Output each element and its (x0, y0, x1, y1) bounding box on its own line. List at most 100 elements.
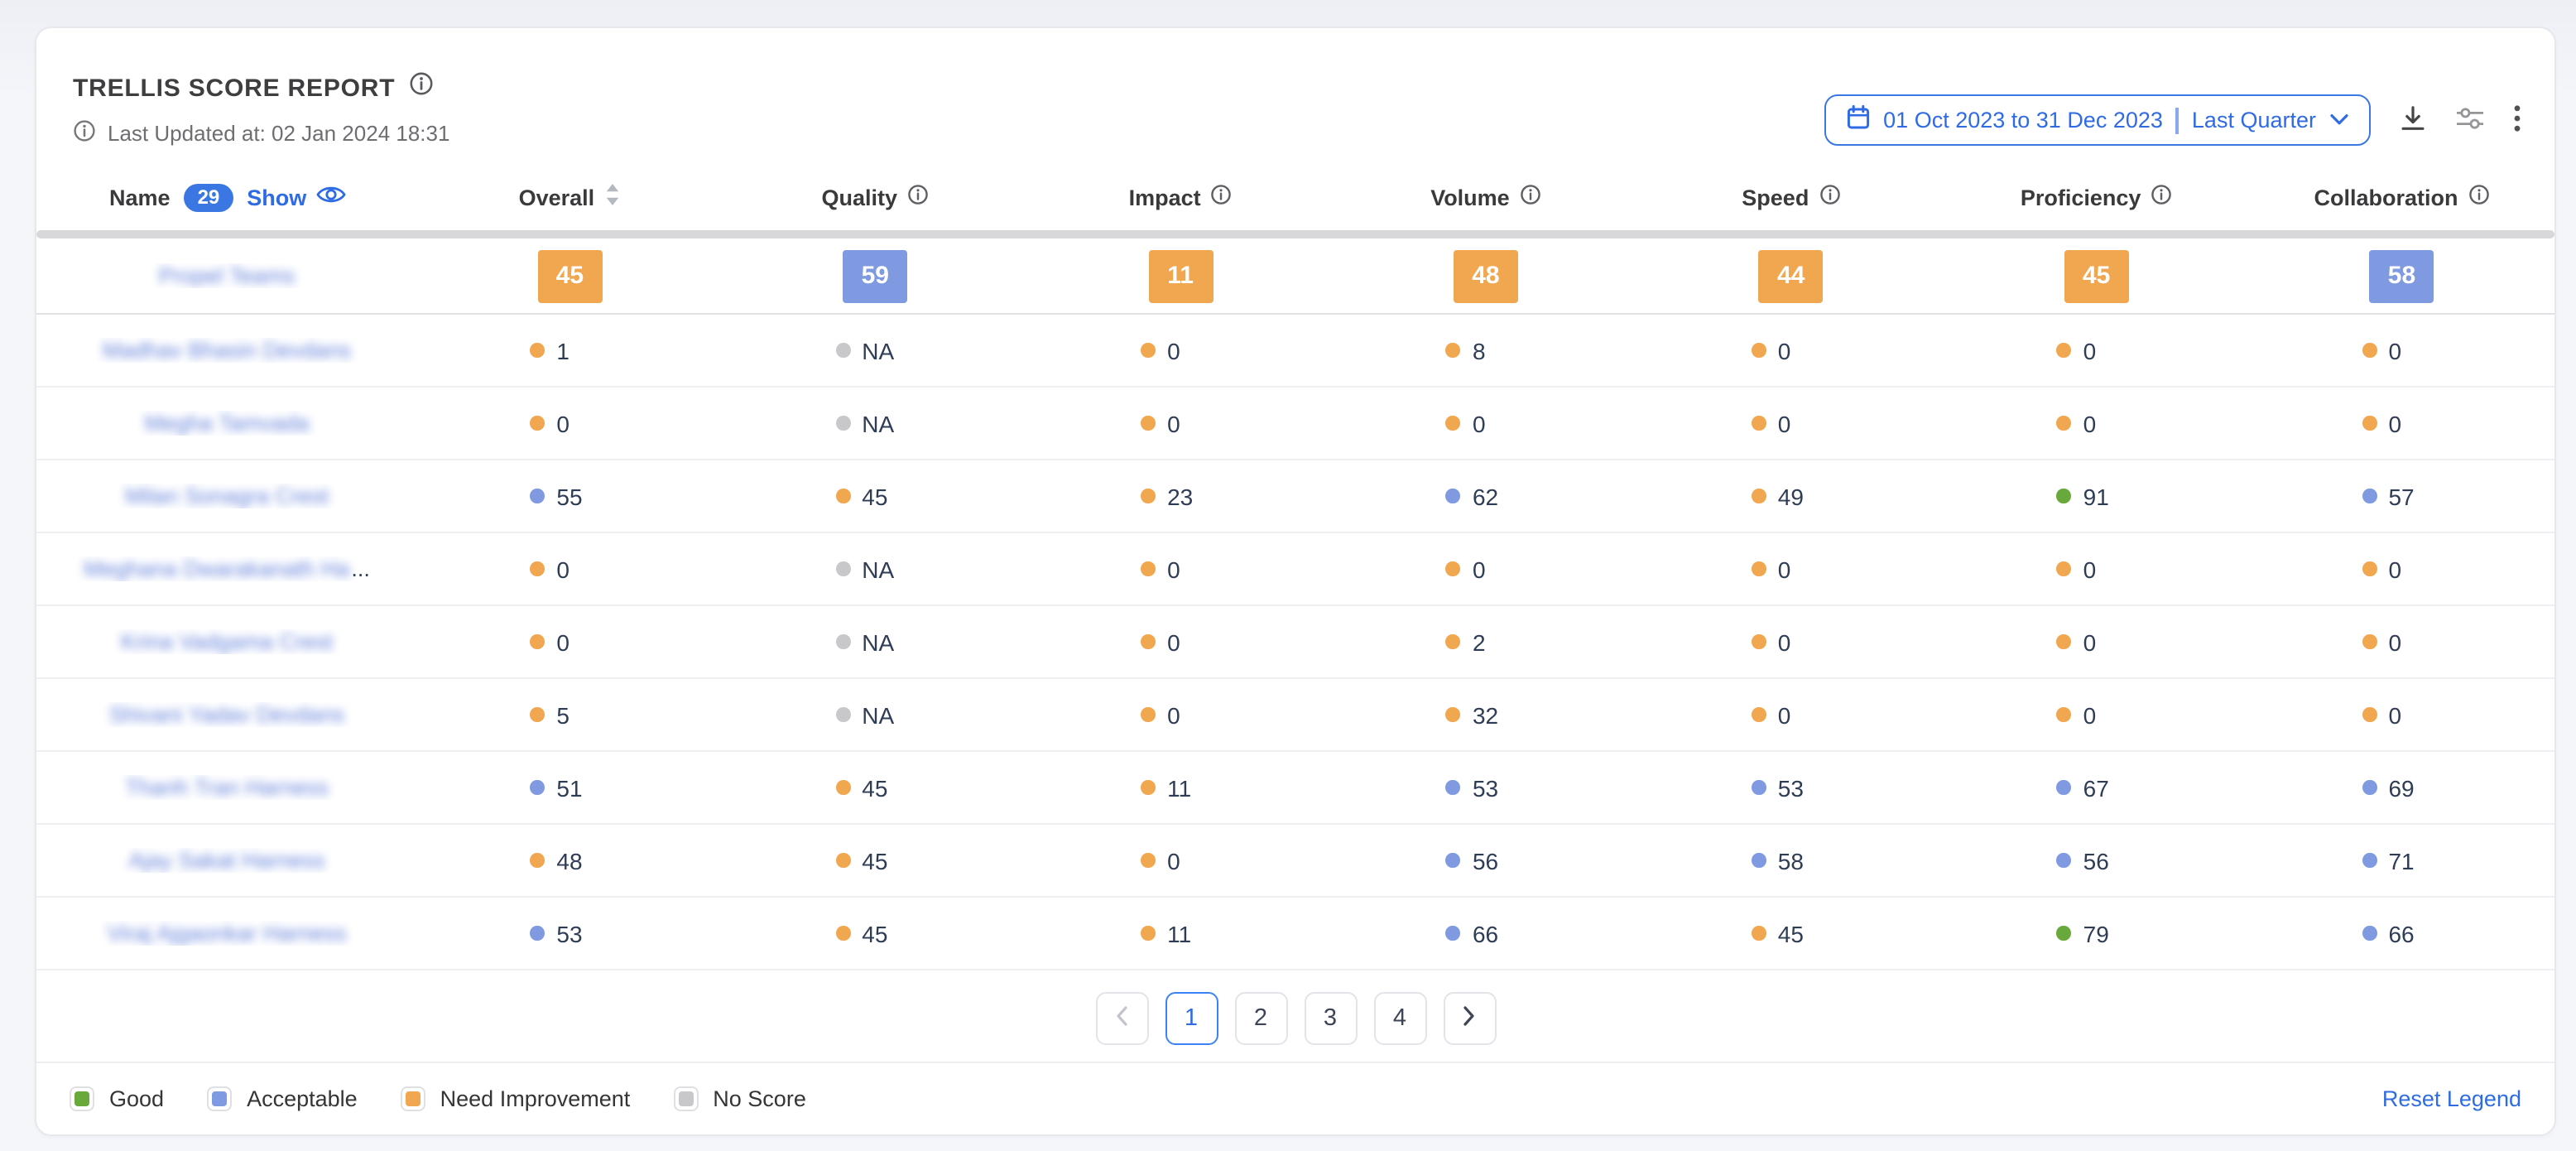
pagination-next-button[interactable] (1443, 992, 1496, 1045)
score-value: 0 (1778, 410, 1791, 436)
status-dot (835, 416, 850, 431)
score-cell-collaboration: 0 (2249, 628, 2554, 655)
status-dot (1141, 343, 1156, 359)
info-icon[interactable] (2468, 184, 2489, 210)
member-name-link[interactable]: Megha Tamvada (144, 411, 309, 436)
legend-label: Good (109, 1086, 164, 1111)
legend-item-need_improvement[interactable]: Need Improvement (401, 1086, 631, 1111)
column-header-quality[interactable]: Quality (723, 184, 1028, 210)
pagination-page-3[interactable]: 3 (1304, 992, 1357, 1045)
legend-item-no_score[interactable]: No Score (673, 1086, 806, 1111)
status-dot (1752, 853, 1766, 869)
score-value: 67 (2083, 774, 2109, 801)
score-cell-quality: NA (723, 701, 1028, 728)
score-value: 0 (1778, 628, 1791, 655)
score-value: 11 (1167, 920, 1191, 946)
member-name-link[interactable]: Thanh Tran Harness (125, 775, 329, 800)
trellis-score-report-card: TRELLIS SCORE REPORT Last Updated at: 02… (35, 26, 2556, 1136)
member-name-link[interactable]: Ajay Sakat Harness (128, 848, 324, 873)
status-dot (1752, 634, 1766, 650)
info-icon[interactable] (1520, 184, 1541, 210)
column-header-speed[interactable]: Speed (1638, 184, 1944, 210)
member-name-link[interactable]: Shivani Yadav Devdans (109, 702, 344, 727)
score-value: 49 (1778, 483, 1804, 509)
legend-item-good[interactable]: Good (70, 1086, 164, 1111)
column-header-proficiency[interactable]: Proficiency (1944, 184, 2249, 210)
info-icon[interactable] (907, 184, 929, 210)
score-cell-collaboration: 66 (2249, 920, 2554, 946)
pagination-prev-button[interactable] (1095, 992, 1148, 1045)
title-info-icon[interactable] (408, 71, 433, 104)
reset-legend-link[interactable]: Reset Legend (2382, 1086, 2521, 1111)
date-preset-text: Last Quarter (2192, 108, 2316, 132)
score-cell-quality: NA (723, 337, 1028, 364)
score-value: NA (862, 337, 894, 364)
status-dot (530, 707, 545, 723)
score-cell-collaboration: 0 (2249, 701, 2554, 728)
info-icon[interactable] (1211, 184, 1233, 210)
column-header-collaboration[interactable]: Collaboration (2249, 184, 2554, 210)
score-cell-volume: 32 (1334, 701, 1639, 728)
status-dot (2057, 343, 2072, 359)
score-badge: 44 (1759, 249, 1824, 302)
member-name-link[interactable]: Krina Vadgama Crest (121, 629, 333, 654)
name-column-header: Name 29 Show (36, 183, 417, 211)
column-label: Speed (1742, 185, 1809, 209)
column-header-overall[interactable]: Overall (417, 182, 723, 212)
member-name-link[interactable]: Madhav Bhasin Devdans (103, 338, 351, 363)
more-options-button[interactable] (2513, 104, 2521, 137)
score-value: 48 (556, 847, 582, 874)
table-row: Krina Vadgama Crest0NA02000 (36, 606, 2554, 679)
score-cell-overall: 53 (417, 920, 723, 946)
score-cell-impact: 0 (1028, 337, 1334, 364)
info-icon[interactable] (2151, 184, 2172, 210)
card-header: TRELLIS SCORE REPORT Last Updated at: 02… (36, 28, 2554, 147)
download-button[interactable] (2399, 104, 2427, 137)
status-dot (1141, 416, 1156, 431)
show-toggle[interactable]: Show (247, 184, 346, 210)
score-badge: 45 (537, 249, 602, 302)
date-range-button[interactable]: 01 Oct 2023 to 31 Dec 2023 Last Quarter (1824, 94, 2371, 146)
score-value: 0 (1778, 701, 1791, 728)
info-icon[interactable] (1819, 184, 1840, 210)
legend-item-acceptable[interactable]: Acceptable (207, 1086, 358, 1111)
pagination: 1234 (36, 992, 2554, 1045)
member-name-link[interactable]: Meghana Dwarakanath Ha (84, 556, 349, 581)
table-row: Viraj Ajgaonkar Harness53451166457966 (36, 898, 2554, 970)
score-cell-collaboration: 71 (2249, 847, 2554, 874)
column-header-volume[interactable]: Volume (1334, 184, 1639, 210)
table-settings-button[interactable] (2455, 105, 2485, 135)
member-name-link[interactable]: Viraj Ajgaonkar Harness (107, 921, 346, 946)
score-cell-overall: 1 (417, 337, 723, 364)
updated-info-icon[interactable] (73, 119, 96, 147)
status-dot (835, 780, 850, 796)
member-name-link[interactable]: Milan Sonagra Crest (125, 484, 329, 508)
legend-label: No Score (713, 1086, 806, 1111)
member-name-cell: Thanh Tran Harness (36, 775, 417, 800)
score-value: 0 (2388, 337, 2401, 364)
last-updated-text: Last Updated at: 02 Jan 2024 18:31 (108, 121, 449, 146)
member-name-cell: Milan Sonagra Crest (36, 484, 417, 508)
score-value: 23 (1167, 483, 1193, 509)
horizontal-scrollbar[interactable] (36, 230, 2554, 238)
status-dot (2057, 489, 2072, 504)
status-dot (530, 343, 545, 359)
status-dot (1752, 780, 1766, 796)
pagination-page-2[interactable]: 2 (1234, 992, 1287, 1045)
member-name-cell: Krina Vadgama Crest (36, 629, 417, 654)
score-value: 45 (862, 774, 887, 801)
status-dot (2057, 926, 2072, 942)
sort-icon[interactable] (604, 182, 621, 212)
pagination-page-1[interactable]: 1 (1165, 992, 1218, 1045)
score-value: 56 (2083, 847, 2109, 874)
member-name-cell: Meghana Dwarakanath Ha... (36, 556, 417, 581)
score-value: 5 (556, 701, 570, 728)
column-header-impact[interactable]: Impact (1028, 184, 1334, 210)
table-row: Shivani Yadav Devdans5NA032000 (36, 679, 2554, 752)
score-value: 45 (862, 847, 887, 874)
status-dot (1446, 926, 1461, 942)
pagination-page-4[interactable]: 4 (1373, 992, 1426, 1045)
score-cell-speed: 0 (1638, 628, 1944, 655)
status-dot (1141, 853, 1156, 869)
member-name-link[interactable]: Propel Teams (159, 263, 296, 288)
